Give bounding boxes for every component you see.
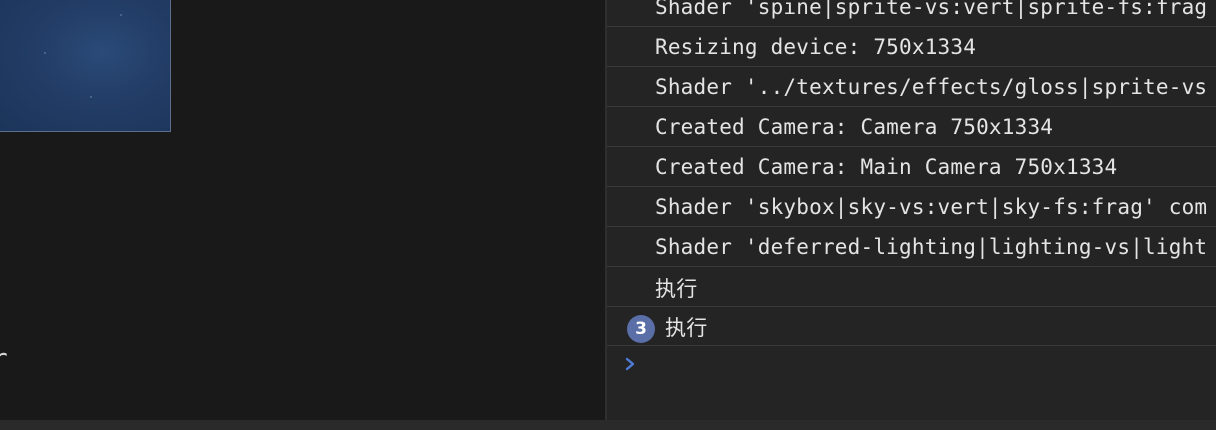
console-message-text: Created Camera: Main Camera 750x1334 (655, 155, 1118, 179)
bottom-strip (0, 420, 1216, 430)
console-message-text: Shader '../textures/effects/gloss|sprite… (655, 75, 1208, 99)
console-panel: Shader 'spine|sprite-vs:vert|sprite-fs:f… (607, 0, 1216, 420)
console-message[interactable]: Shader 'deferred-lighting|lighting-vs|li… (607, 228, 1216, 267)
console-message-text: 执行 (665, 316, 708, 340)
console-message-text: Shader 'deferred-lighting|lighting-vs|li… (655, 235, 1208, 259)
console-message[interactable]: Created Camera: Main Camera 750x1334 (607, 148, 1216, 187)
left-pane: r (0, 0, 605, 420)
console-message-text: Created Camera: Camera 750x1334 (655, 115, 1054, 139)
console-message[interactable]: 执行 (607, 268, 1216, 307)
console-message[interactable]: Shader '../textures/effects/gloss|sprite… (607, 68, 1216, 107)
repeat-count-badge: 3 (627, 315, 655, 343)
console-message[interactable]: Shader 'skybox|sky-vs:vert|sky-fs:frag' … (607, 188, 1216, 227)
console-message-text: Shader 'skybox|sky-vs:vert|sky-fs:frag' … (655, 195, 1208, 219)
console-message-text: Shader 'spine|sprite-vs:vert|sprite-fs:f… (655, 0, 1208, 19)
console-message-text: Resizing device: 750x1334 (655, 35, 977, 59)
console-message[interactable]: Resizing device: 750x1334 (607, 28, 1216, 67)
console-message-grouped[interactable]: 3 执行 (607, 307, 1216, 346)
console-message[interactable]: Shader 'spine|sprite-vs:vert|sprite-fs:f… (607, 0, 1216, 27)
chevron-right-icon (623, 355, 637, 377)
console-input[interactable] (651, 353, 1195, 381)
truncated-text: r (0, 346, 8, 372)
console-prompt[interactable] (607, 347, 1216, 387)
preview-image (0, 0, 171, 132)
console-message-text: 执行 (655, 277, 698, 301)
console-message[interactable]: Created Camera: Camera 750x1334 (607, 108, 1216, 147)
